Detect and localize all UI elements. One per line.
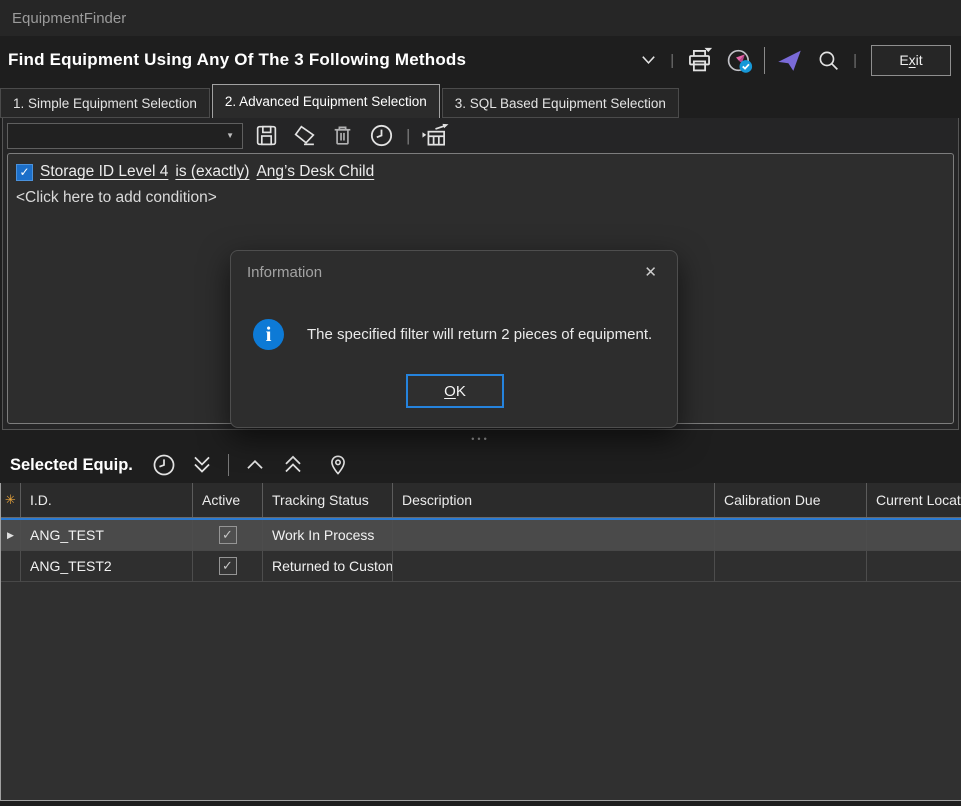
header-separator: | [669, 52, 675, 69]
column-header-id[interactable]: I.D. [21, 483, 193, 517]
window-title: EquipmentFinder [12, 10, 126, 27]
cell-calibration-due[interactable] [715, 551, 867, 582]
page-title: Find Equipment Using Any Of The 3 Follow… [8, 50, 466, 70]
section-separator [228, 454, 229, 476]
grid-header-row: ✳ I.D. Active Tracking Status Descriptio… [1, 483, 961, 518]
table-row[interactable]: ▶ ANG_TEST ✓ Work In Process [1, 520, 961, 551]
dialog-title: Information [247, 264, 322, 281]
column-header-active[interactable]: Active [193, 483, 263, 517]
cell-id[interactable]: ANG_TEST2 [21, 551, 193, 582]
cell-current-location[interactable] [867, 520, 961, 551]
move-up-icon[interactable] [240, 450, 270, 480]
send-plane-icon[interactable] [774, 45, 805, 76]
new-row-star-icon: ✳ [5, 492, 16, 508]
selected-equip-title: Selected Equip. [10, 456, 133, 475]
selected-equip-header: Selected Equip. [0, 447, 961, 483]
condition-operator-link[interactable]: is (exactly) [175, 163, 249, 181]
ok-button[interactable]: OK [406, 374, 504, 408]
header-vertical-separator [764, 47, 765, 74]
tab-bar: 1. Simple Equipment Selection 2. Advance… [0, 84, 961, 118]
column-header-current-location[interactable]: Current Location [867, 483, 961, 517]
active-checkbox[interactable]: ✓ [219, 557, 237, 575]
delete-filter-trash-icon[interactable] [328, 121, 357, 150]
exit-button[interactable]: Exit [871, 45, 951, 76]
information-dialog: Information ✕ i The specified filter wil… [230, 250, 678, 428]
filter-toolbar: ▼ [3, 118, 958, 153]
info-icon: i [253, 319, 284, 350]
cell-current-location[interactable] [867, 551, 961, 582]
horizontal-splitter[interactable]: ••• [0, 430, 961, 447]
move-all-down-icon[interactable] [187, 450, 217, 480]
condition-field-link[interactable]: Storage ID Level 4 [40, 163, 168, 181]
row-marker-cell: ▶ [1, 520, 21, 551]
row-marker-cell [1, 551, 21, 582]
cell-tracking-status[interactable]: Work In Process [263, 520, 393, 551]
table-row[interactable]: ANG_TEST2 ✓ Returned to Customer [1, 551, 961, 582]
condition-value-link[interactable]: Ang’s Desk Child [256, 163, 374, 181]
selected-equipment-grid: ✳ I.D. Active Tracking Status Descriptio… [0, 483, 961, 801]
close-icon[interactable]: ✕ [640, 261, 661, 283]
tab-simple-equipment-selection[interactable]: 1. Simple Equipment Selection [0, 88, 210, 118]
cell-id[interactable]: ANG_TEST [21, 520, 193, 551]
cell-active: ✓ [193, 520, 263, 551]
column-header-description[interactable]: Description [393, 483, 715, 517]
dialog-body: i The specified filter will return 2 pie… [231, 283, 677, 350]
new-row-header-cell: ✳ [1, 483, 21, 517]
header-separator: | [852, 52, 858, 69]
cell-description[interactable] [393, 551, 715, 582]
current-row-marker-icon: ▶ [7, 530, 14, 541]
add-condition-link[interactable]: <Click here to add condition> [16, 189, 945, 207]
filter-condition-row: ✓ Storage ID Level 4 is (exactly) Ang’s … [16, 163, 945, 181]
preview-results-grid-icon[interactable] [419, 121, 453, 151]
equip-history-clock-icon[interactable] [149, 450, 179, 480]
compass-run-icon[interactable] [724, 45, 755, 76]
column-header-calibration-due[interactable]: Calibration Due [715, 483, 867, 517]
tab-sql-based-equipment-selection[interactable]: 3. SQL Based Equipment Selection [442, 88, 679, 118]
filter-history-clock-icon[interactable] [366, 120, 397, 151]
active-checkbox[interactable]: ✓ [219, 526, 237, 544]
dialog-message: The specified filter will return 2 piece… [307, 326, 652, 343]
header-icon-group: | [637, 45, 951, 76]
move-all-up-icon[interactable] [278, 450, 308, 480]
saved-filter-combobox[interactable]: ▼ [7, 123, 243, 149]
toolbar-separator: | [406, 126, 410, 146]
cell-description[interactable] [393, 520, 715, 551]
condition-checkbox[interactable]: ✓ [16, 164, 33, 181]
dialog-titlebar: Information ✕ [231, 251, 677, 283]
combo-dropdown-icon[interactable]: ▼ [226, 131, 234, 140]
cell-active: ✓ [193, 551, 263, 582]
location-pin-icon[interactable] [324, 451, 352, 479]
splitter-grip-icon: ••• [471, 436, 489, 442]
print-icon[interactable] [684, 45, 715, 76]
chevron-down-icon[interactable] [637, 49, 660, 71]
clear-filter-eraser-icon[interactable] [290, 121, 319, 150]
window-titlebar: EquipmentFinder [0, 0, 961, 36]
save-filter-icon[interactable] [252, 121, 281, 150]
search-icon[interactable] [814, 46, 843, 75]
header: Find Equipment Using Any Of The 3 Follow… [0, 36, 961, 84]
cell-calibration-due[interactable] [715, 520, 867, 551]
column-header-tracking-status[interactable]: Tracking Status [263, 483, 393, 517]
tab-advanced-equipment-selection[interactable]: 2. Advanced Equipment Selection [212, 84, 440, 118]
cell-tracking-status[interactable]: Returned to Customer [263, 551, 393, 582]
